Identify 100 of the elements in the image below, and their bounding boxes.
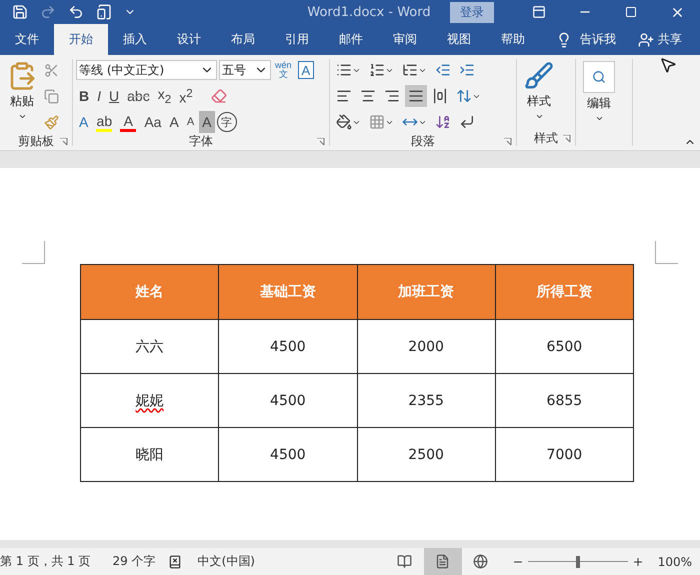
line-spacing-icon bbox=[456, 88, 472, 104]
print-layout-icon bbox=[435, 554, 450, 569]
search-icon bbox=[592, 70, 606, 84]
login-button[interactable]: 登录 bbox=[450, 2, 494, 22]
align-center-icon bbox=[360, 88, 376, 104]
font-effect-button[interactable]: A bbox=[184, 111, 198, 133]
numbering-icon bbox=[369, 62, 385, 78]
tell-me-button[interactable]: 告诉我 bbox=[550, 24, 622, 55]
group-label: 字体 bbox=[189, 132, 213, 150]
ribbon-tab[interactable]: 布局 bbox=[216, 24, 270, 55]
table-cell: 6855 bbox=[495, 374, 634, 428]
touch-mode-icon bbox=[96, 4, 112, 20]
column-header: 基础工资 bbox=[218, 264, 357, 320]
add-person-icon bbox=[638, 32, 654, 48]
save-icon bbox=[12, 4, 28, 20]
crop-mark bbox=[655, 241, 678, 264]
paste-button[interactable]: 粘贴 bbox=[3, 59, 41, 133]
caret-icon bbox=[534, 112, 544, 121]
sort-icon bbox=[435, 114, 451, 130]
ribbon-display-icon bbox=[532, 5, 546, 19]
redo-icon bbox=[40, 4, 56, 20]
group-label: 段落 bbox=[411, 132, 435, 150]
decrease-indent-icon bbox=[435, 62, 451, 78]
format-button[interactable]: U bbox=[106, 85, 122, 107]
undo-icon bbox=[68, 4, 84, 20]
format-button[interactable]: I bbox=[94, 85, 104, 107]
align-right-icon bbox=[384, 88, 400, 104]
share-button[interactable]: 共享 bbox=[632, 24, 688, 55]
group-label: 剪贴板 bbox=[18, 132, 54, 150]
borders-icon bbox=[369, 114, 385, 130]
increase-indent-icon bbox=[459, 62, 475, 78]
paintbrush-icon bbox=[44, 114, 59, 130]
web-layout-icon bbox=[473, 554, 488, 569]
table-cell: 六六 bbox=[80, 320, 219, 374]
format-button[interactable]: x$^{2}$ bbox=[176, 85, 196, 107]
page-count: 第 1 页，共 1 页 bbox=[0, 553, 92, 570]
eraser-icon bbox=[210, 88, 227, 104]
phonetic-guide-button[interactable]: wén 文 bbox=[273, 61, 294, 79]
caret-icon bbox=[18, 112, 26, 121]
ribbon-tab[interactable]: 视图 bbox=[432, 24, 486, 55]
distribute-icon bbox=[432, 88, 448, 104]
table-cell: 4500 bbox=[218, 374, 357, 428]
dialog-launcher-icon[interactable] bbox=[504, 138, 512, 146]
table-cell: 妮妮 bbox=[80, 374, 219, 428]
font-name-field[interactable]: 等线 (中文正文) bbox=[76, 60, 217, 80]
zoom-thumb[interactable] bbox=[576, 556, 580, 568]
ribbon-tab[interactable]: 设计 bbox=[162, 24, 216, 55]
paint-bucket-icon bbox=[336, 114, 352, 130]
column-header: 姓名 bbox=[80, 264, 219, 320]
ribbon-tab[interactable]: 审阅 bbox=[378, 24, 432, 55]
dialog-launcher-icon[interactable] bbox=[563, 135, 571, 143]
proofing-icon[interactable] bbox=[168, 554, 182, 568]
bullets-icon bbox=[336, 62, 352, 78]
brush-icon bbox=[524, 61, 554, 91]
zoom-in-icon[interactable] bbox=[632, 556, 644, 568]
character-border-button[interactable]: A bbox=[298, 61, 314, 79]
crop-mark bbox=[22, 241, 45, 264]
table-cell: 6500 bbox=[495, 320, 634, 374]
table-cell: 晓阳 bbox=[80, 428, 219, 482]
font-effect-button[interactable]: ab bbox=[93, 111, 116, 133]
ribbon-tab[interactable]: 引用 bbox=[270, 24, 324, 55]
ribbon-tab[interactable]: 插入 bbox=[108, 24, 162, 55]
ribbon-tab[interactable]: 文件 bbox=[0, 24, 54, 55]
return-arrow-icon bbox=[459, 114, 475, 130]
column-header: 加班工资 bbox=[357, 264, 496, 320]
window-title: Word1.docx - Word bbox=[306, 4, 432, 20]
view-button[interactable] bbox=[424, 548, 462, 575]
table-cell: 2500 bbox=[357, 428, 496, 482]
table-cell: 4500 bbox=[218, 428, 357, 482]
multilevel-list-icon bbox=[402, 62, 418, 78]
alignment-button[interactable] bbox=[405, 85, 427, 107]
copy-icon bbox=[44, 88, 59, 104]
scissors-icon bbox=[44, 62, 59, 78]
ribbon-tab[interactable]: 帮助 bbox=[486, 24, 540, 55]
font-effect-button[interactable]: A bbox=[199, 111, 214, 133]
maximize-icon bbox=[625, 6, 637, 18]
editing-button[interactable]: 编辑 bbox=[579, 59, 619, 130]
word-count: 29 个字 bbox=[112, 553, 157, 570]
font-size-field[interactable]: 五号 bbox=[219, 60, 271, 80]
language-label: 中文(中国) bbox=[198, 553, 256, 570]
format-button[interactable]: B bbox=[76, 85, 92, 107]
font-effect-button[interactable]: A bbox=[76, 111, 92, 133]
format-button[interactable]: x$_{2}$ bbox=[154, 85, 174, 107]
column-header: 所得工资 bbox=[495, 264, 634, 320]
dialog-launcher-icon[interactable] bbox=[317, 138, 325, 146]
group-label: 样式 bbox=[534, 130, 558, 146]
font-effect-button[interactable]: A bbox=[166, 111, 182, 133]
table-cell: 7000 bbox=[495, 428, 634, 482]
table-cell: 4500 bbox=[218, 320, 357, 374]
read-mode-icon bbox=[397, 554, 412, 569]
justify-icon bbox=[408, 88, 424, 104]
styles-button[interactable]: 样式 bbox=[520, 59, 558, 130]
table-cell: 2000 bbox=[357, 320, 496, 374]
font-effect-button[interactable]: A bbox=[117, 111, 140, 133]
dialog-launcher-icon[interactable] bbox=[60, 138, 68, 146]
align-left-icon bbox=[336, 88, 352, 104]
ribbon-tab[interactable]: 邮件 bbox=[324, 24, 378, 55]
ribbon-tab[interactable]: 开始 bbox=[54, 24, 108, 55]
font-effect-button[interactable]: Aa bbox=[141, 111, 164, 133]
font-effect-button[interactable]: 字 bbox=[216, 112, 236, 132]
